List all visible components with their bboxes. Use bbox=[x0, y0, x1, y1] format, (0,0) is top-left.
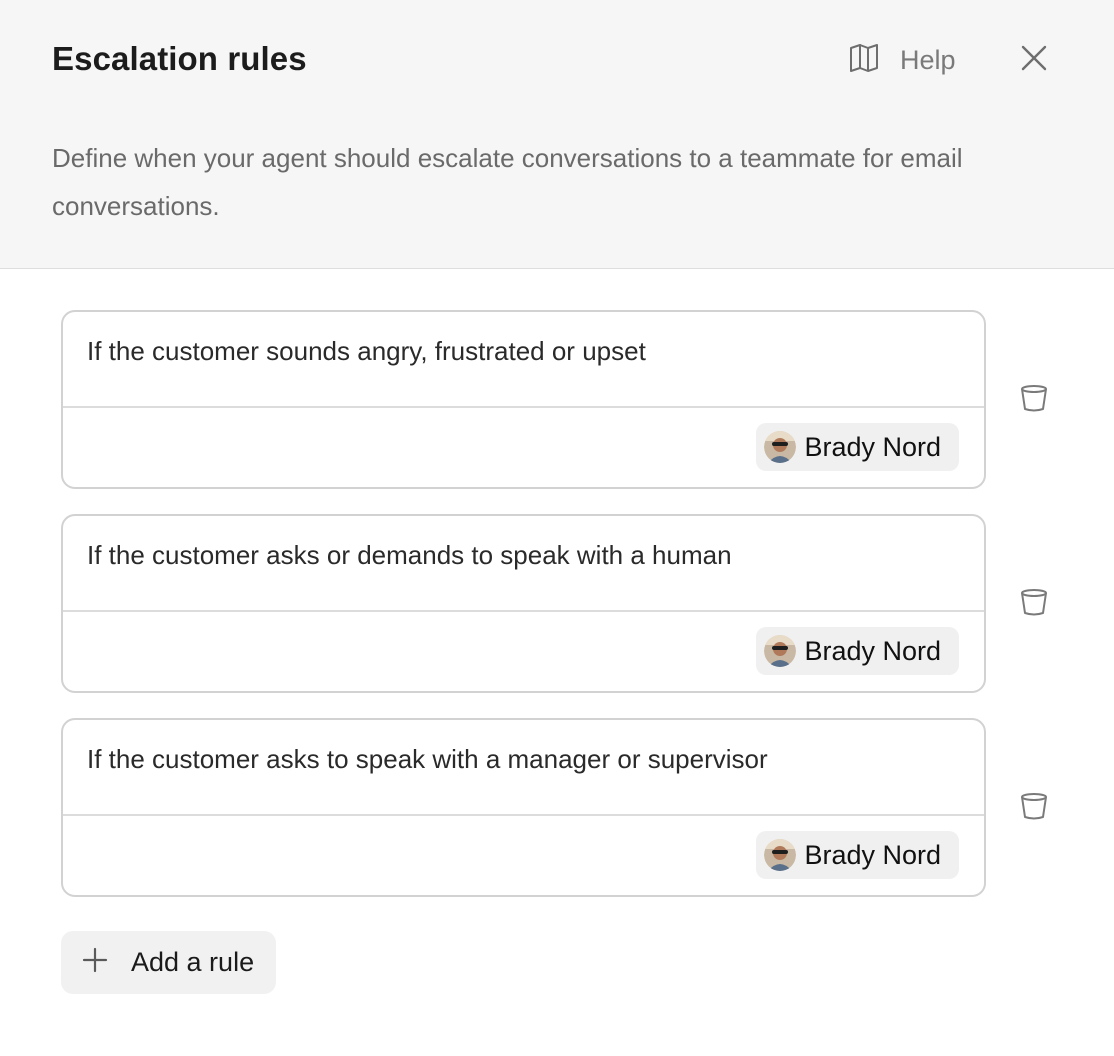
assignee-name: Brady Nord bbox=[804, 431, 941, 462]
delete-rule-button[interactable] bbox=[1016, 586, 1052, 622]
page-title: Escalation rules bbox=[52, 40, 307, 77]
rule-divider bbox=[63, 610, 984, 612]
rule-card: If the customer asks or demands to speak… bbox=[61, 514, 986, 693]
panel-description: Define when your agent should escalate c… bbox=[52, 143, 963, 221]
plus-icon bbox=[81, 946, 109, 979]
delete-rule-button[interactable] bbox=[1016, 382, 1052, 418]
rule-condition[interactable]: If the customer asks to speak with a man… bbox=[87, 744, 768, 775]
help-label: Help bbox=[900, 44, 956, 75]
delete-rule-button[interactable] bbox=[1016, 790, 1052, 826]
assignee-name: Brady Nord bbox=[804, 635, 941, 666]
avatar bbox=[764, 431, 797, 463]
rule-divider bbox=[63, 814, 984, 816]
trash-icon bbox=[1019, 383, 1049, 418]
assignee-selector[interactable]: Brady Nord bbox=[756, 627, 959, 675]
add-rule-label: Add a rule bbox=[131, 947, 255, 977]
avatar bbox=[764, 635, 797, 667]
rule-divider bbox=[63, 406, 984, 408]
rule-card: If the customer asks to speak with a man… bbox=[61, 718, 986, 897]
rule-card: If the customer sounds angry, frustrated… bbox=[61, 310, 986, 489]
trash-icon bbox=[1019, 791, 1049, 826]
book-icon bbox=[848, 42, 880, 79]
help-button[interactable]: Help bbox=[848, 40, 956, 80]
add-rule-button[interactable]: Add a rule bbox=[61, 931, 276, 994]
panel-header: Escalation rules Help Define when your a… bbox=[0, 0, 1114, 269]
rule-condition[interactable]: If the customer asks or demands to speak… bbox=[87, 540, 732, 571]
assignee-name: Brady Nord bbox=[804, 839, 941, 870]
close-icon bbox=[1021, 45, 1047, 76]
close-button[interactable] bbox=[1014, 40, 1054, 80]
assignee-selector[interactable]: Brady Nord bbox=[756, 423, 959, 471]
avatar bbox=[764, 839, 797, 871]
rule-condition[interactable]: If the customer sounds angry, frustrated… bbox=[87, 336, 646, 367]
assignee-selector[interactable]: Brady Nord bbox=[756, 831, 959, 879]
trash-icon bbox=[1019, 587, 1049, 622]
